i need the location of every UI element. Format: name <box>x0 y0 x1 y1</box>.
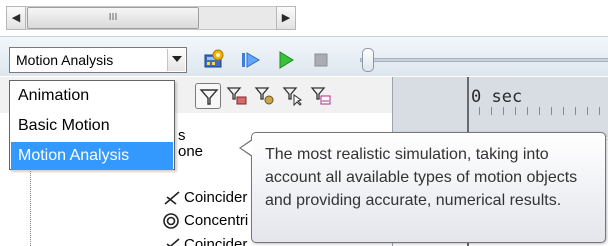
filter-results-icon[interactable] <box>308 83 334 109</box>
play-from-start-icon[interactable] <box>240 49 262 71</box>
scroll-left-arrow-icon[interactable]: ◀ <box>6 6 26 30</box>
scroll-right-arrow-icon[interactable]: ▶ <box>276 6 296 30</box>
study-type-select[interactable]: Motion Analysis <box>9 47 187 73</box>
concentric-mate-icon <box>163 213 179 229</box>
time-slider-track[interactable] <box>360 58 608 62</box>
filter-selected-icon[interactable] <box>280 83 306 109</box>
stop-icon[interactable] <box>310 49 332 71</box>
study-type-tooltip: The most realistic simulation, taking in… <box>239 132 606 243</box>
tree-item-label: Coincider <box>184 236 248 246</box>
filter-driving-icon[interactable] <box>252 83 278 109</box>
calculate-icon[interactable] <box>203 49 225 71</box>
filter-icon[interactable] <box>195 83 221 109</box>
motion-toolbar: Motion Analysis <box>0 36 608 76</box>
option-animation[interactable]: Animation <box>11 82 173 110</box>
filter-animated-icon[interactable] <box>224 83 250 109</box>
option-basic-motion[interactable]: Basic Motion <box>11 112 173 140</box>
horizontal-scrollbar[interactable]: ◀ III ▶ <box>0 0 608 36</box>
play-icon[interactable] <box>275 49 297 71</box>
scrollbar-thumb[interactable]: III <box>27 7 199 29</box>
tree-item-coincident-2[interactable]: Coincider <box>162 234 252 246</box>
tooltip-text: The most realistic simulation, taking in… <box>265 146 578 209</box>
tree-item-concentric[interactable]: Concentri <box>162 210 252 232</box>
timeline-time-label: 0 sec <box>471 87 523 107</box>
tree-item-partial-label: s <box>178 127 186 144</box>
tooltip-pointer-inner <box>241 140 253 156</box>
time-slider-thumb[interactable] <box>362 48 374 72</box>
coincident-mate-icon <box>166 238 180 246</box>
tree-item-label: Concentri <box>184 212 249 229</box>
tree-item-label: Coincider <box>184 189 248 206</box>
coincident-mate-icon <box>164 191 180 205</box>
study-type-dropdown-list: Animation Basic Motion Motion Analysis <box>9 80 175 170</box>
tree-item-coincident-1[interactable]: Coincider <box>162 187 252 209</box>
tree-item-partial-label-2: one <box>178 143 204 160</box>
chevron-down-icon[interactable] <box>167 49 185 71</box>
study-type-value: Motion Analysis <box>16 52 114 68</box>
option-motion-analysis[interactable]: Motion Analysis <box>11 142 173 170</box>
